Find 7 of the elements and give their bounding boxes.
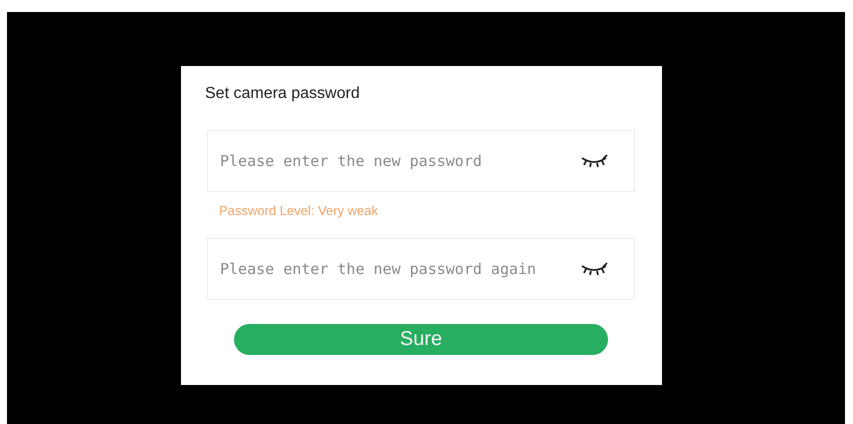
password-field[interactable]: Please enter the new password again [207, 238, 635, 300]
password-strength-text: Password Level: Very weak [219, 203, 378, 220]
closed-eye-icon[interactable] [579, 262, 609, 276]
dialog-title: Set camera password [205, 85, 360, 104]
password-field[interactable]: Please enter the new password [207, 130, 635, 192]
closed-eye-icon[interactable] [579, 154, 609, 168]
sure-button[interactable]: Sure [234, 324, 608, 355]
